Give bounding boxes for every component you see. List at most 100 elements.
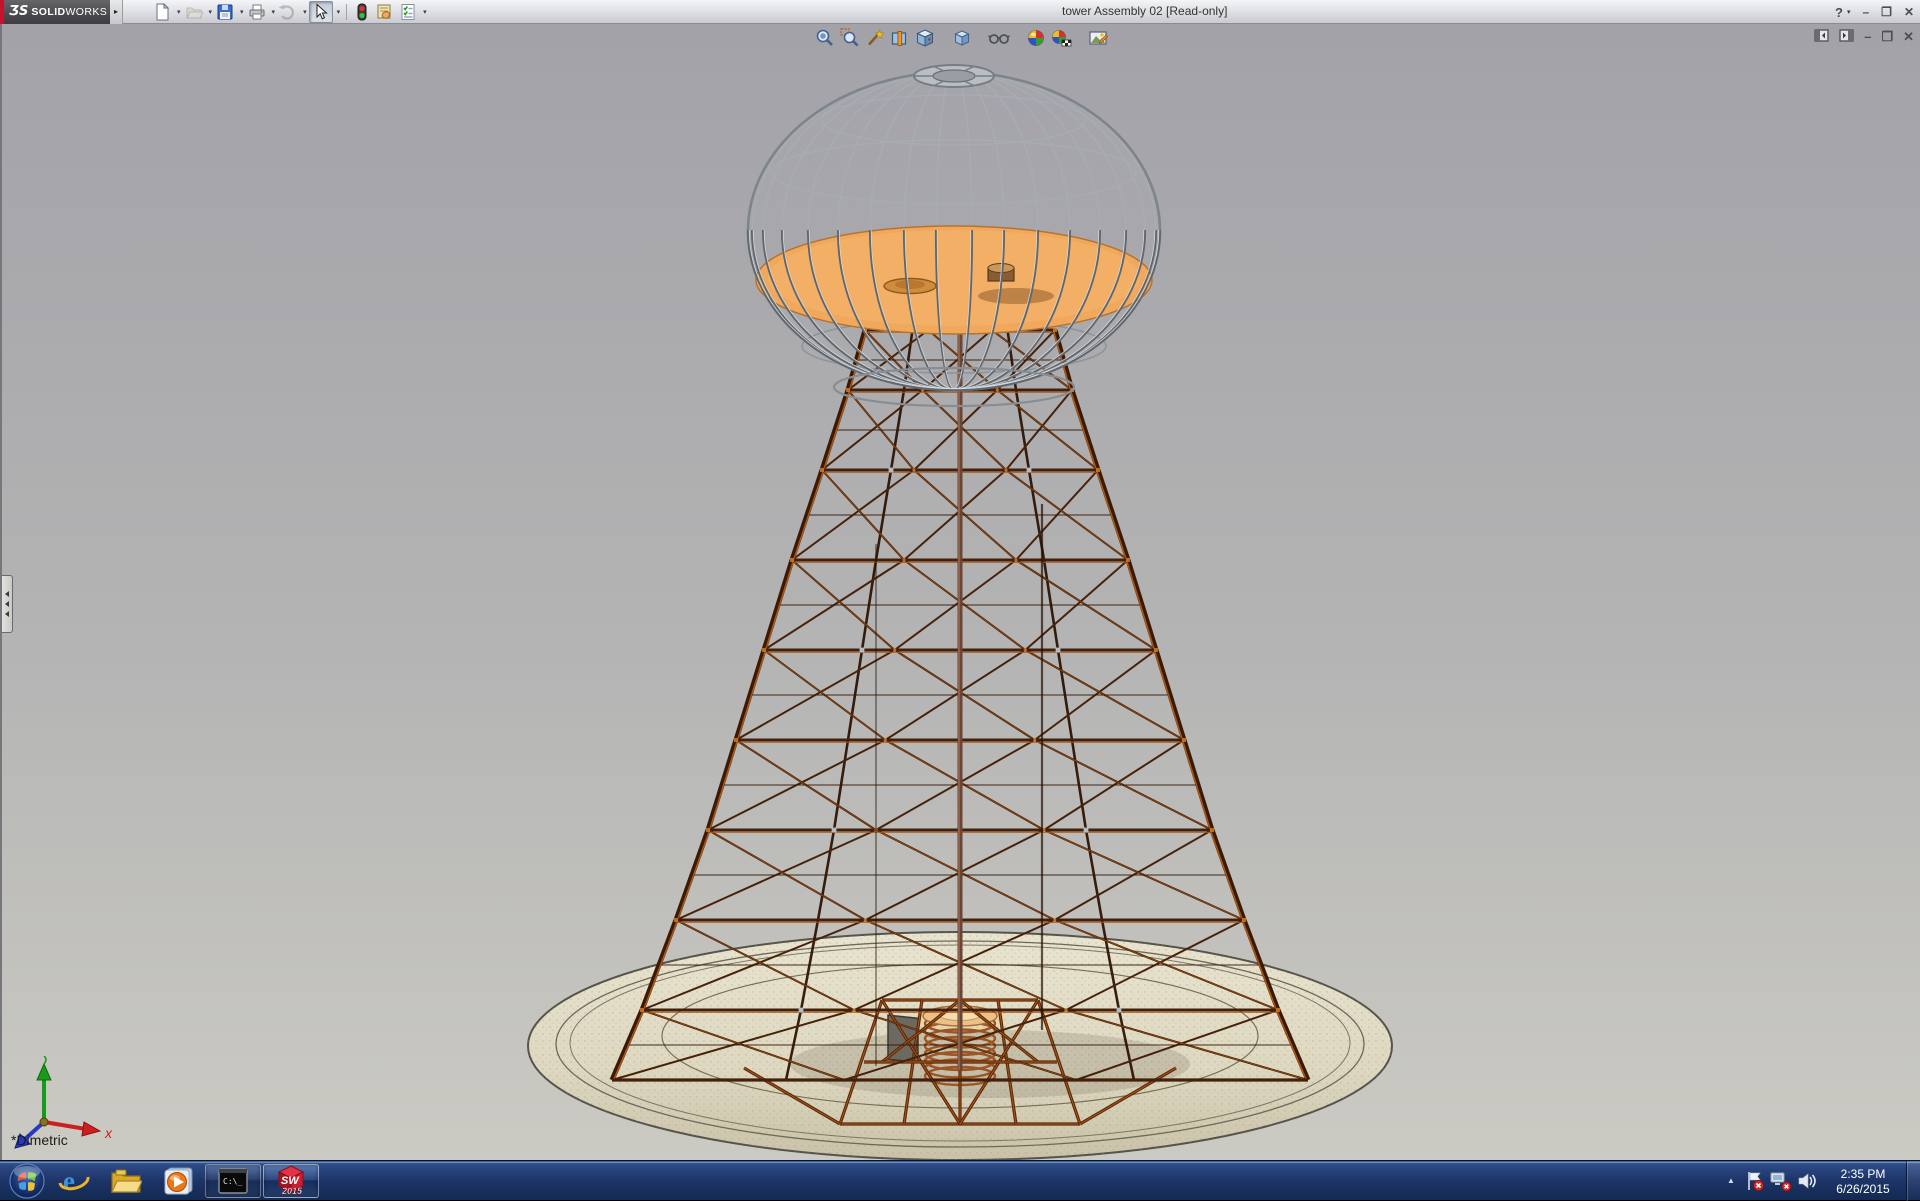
view-settings-icon <box>1088 28 1108 48</box>
graphics-viewport[interactable]: – ❐ ✕ x *Dimetric <box>0 24 1920 1160</box>
view-settings-button[interactable] <box>1085 27 1110 50</box>
internet-explorer-icon: e <box>58 1166 90 1196</box>
previous-view-wand-icon <box>865 28 885 48</box>
network-disconnected-icon <box>1769 1170 1793 1192</box>
previous-view-button[interactable] <box>862 27 887 50</box>
eyeglasses-icon <box>988 28 1010 48</box>
windows-start-orb-icon <box>8 1162 46 1200</box>
options-checklist-icon <box>399 3 417 21</box>
undo-dropdown[interactable]: ▾ <box>303 8 307 16</box>
file-properties-button[interactable] <box>373 1 395 23</box>
close-window-button[interactable]: ✕ <box>1904 6 1914 18</box>
clock-time: 2:35 PM <box>1820 1167 1906 1182</box>
view-orientation-button[interactable] <box>912 27 937 50</box>
collapse-arrow-icon <box>5 591 9 597</box>
command-prompt-icon: C:\_ <box>218 1168 248 1194</box>
view-orientation-cube-icon <box>915 28 935 48</box>
restore-window-button[interactable]: ❐ <box>1881 6 1892 18</box>
open-folder-icon <box>185 3 203 21</box>
command-prompt-icon-text: C:\_ <box>223 1177 242 1186</box>
zoom-to-fit-button[interactable] <box>812 27 837 50</box>
display-style-button[interactable] <box>949 27 974 50</box>
rebuild-button[interactable] <box>353 1 371 23</box>
sw-icon-year: 2015 <box>281 1186 303 1196</box>
collapse-arrow-icon <box>5 611 9 617</box>
section-view-button[interactable] <box>887 27 912 50</box>
close-document-button[interactable]: ✕ <box>1903 30 1914 43</box>
media-player-button[interactable] <box>152 1162 204 1200</box>
triad-x-label: x <box>104 1125 113 1141</box>
apply-scene-button[interactable] <box>1048 27 1073 50</box>
internet-explorer-button[interactable]: e <box>48 1162 100 1200</box>
show-hidden-icons-button[interactable]: ▲ <box>1720 1176 1742 1185</box>
print-dropdown[interactable]: ▾ <box>272 8 276 16</box>
command-prompt-button[interactable]: C:\_ <box>205 1164 261 1198</box>
save-dropdown[interactable]: ▾ <box>240 8 244 16</box>
new-dropdown[interactable]: ▾ <box>177 8 181 16</box>
open-document-button[interactable] <box>183 1 205 23</box>
system-tray: ▲ <box>1720 1161 1920 1201</box>
solidworks-taskbar-button[interactable]: SW 2015 <box>263 1164 319 1198</box>
tower-assembly-model[interactable] <box>2 24 1920 1160</box>
clock-date: 6/26/2015 <box>1820 1182 1906 1197</box>
select-dropdown[interactable]: ▾ <box>337 8 341 16</box>
zoom-to-area-icon <box>840 28 860 48</box>
section-view-icon <box>890 28 910 48</box>
new-document-button[interactable] <box>151 1 173 23</box>
minimize-window-button[interactable]: – <box>1862 6 1869 18</box>
minimize-document-button[interactable]: – <box>1864 30 1871 43</box>
window-title: tower Assembly 02 [Read-only] <box>1062 4 1227 18</box>
svg-text:e: e <box>63 1166 75 1196</box>
open-dropdown[interactable]: ▾ <box>209 8 213 16</box>
solidworks-logo-text: SOLIDWORKS <box>31 6 107 18</box>
help-dropdown[interactable]: ▾ <box>1847 8 1851 16</box>
view-orientation-label: *Dimetric <box>11 1132 68 1148</box>
action-center-button[interactable] <box>1742 1162 1768 1200</box>
network-status-button[interactable] <box>1768 1162 1794 1200</box>
display-style-cube-icon <box>952 28 972 48</box>
solidworks-logo-glyph: ƷS <box>9 4 28 19</box>
headsup-view-toolbar <box>812 26 1110 50</box>
zoom-to-fit-icon <box>815 28 835 48</box>
restore-document-button[interactable]: ❐ <box>1881 30 1893 43</box>
solidworks-2015-icon: SW 2015 <box>275 1165 307 1197</box>
options-button[interactable] <box>397 1 419 23</box>
window-controls: ? ▾ – ❐ ✕ <box>1835 0 1914 24</box>
start-button[interactable] <box>6 1162 48 1200</box>
collapse-left-pane-icon <box>1814 29 1829 42</box>
undo-button[interactable] <box>277 1 299 23</box>
speaker-icon <box>1796 1170 1818 1192</box>
hide-show-items-button[interactable] <box>986 27 1011 50</box>
save-button[interactable] <box>214 1 236 23</box>
show-desktop-button[interactable] <box>1906 1161 1920 1201</box>
volume-button[interactable] <box>1794 1162 1820 1200</box>
new-document-icon <box>153 3 171 21</box>
expand-task-pane-button[interactable] <box>1839 29 1854 44</box>
taskbar-clock[interactable]: 2:35 PM 6/26/2015 <box>1820 1165 1906 1197</box>
collapse-arrow-icon <box>5 601 9 607</box>
menu-flyout-button[interactable]: ▸ <box>110 0 123 24</box>
select-tool-button[interactable] <box>309 1 333 23</box>
windows-explorer-button[interactable] <box>100 1162 152 1200</box>
windows-taskbar: e C:\_ SW 2015 <box>0 1160 1920 1200</box>
options-dropdown[interactable]: ▾ <box>423 8 427 16</box>
expand-right-pane-icon <box>1839 29 1854 42</box>
edit-appearance-button[interactable] <box>1023 27 1048 50</box>
select-cursor-icon <box>312 3 330 21</box>
toolbar-separator <box>346 4 347 20</box>
file-properties-icon <box>375 3 393 21</box>
undo-arrow-icon <box>279 3 297 21</box>
main-toolbar: ▾ ▾ ▾ ▾ <box>151 0 427 24</box>
zoom-to-area-button[interactable] <box>837 27 862 50</box>
appearance-ball-icon <box>1026 28 1046 48</box>
help-button[interactable]: ? <box>1835 6 1843 19</box>
print-button[interactable] <box>246 1 268 23</box>
document-window-controls: – ❐ ✕ <box>1814 29 1914 44</box>
printer-icon <box>248 3 266 21</box>
titlebar: ƷS SOLIDWORKS ▸ ▾ ▾ ▾ <box>0 0 1920 24</box>
collapse-feature-pane-button[interactable] <box>1814 29 1829 44</box>
flyout-arrow-icon: ▸ <box>114 7 118 16</box>
rebuild-traffic-light-icon <box>355 3 369 21</box>
folder-icon <box>110 1167 142 1195</box>
feature-pane-splitter-tab[interactable] <box>2 575 13 633</box>
